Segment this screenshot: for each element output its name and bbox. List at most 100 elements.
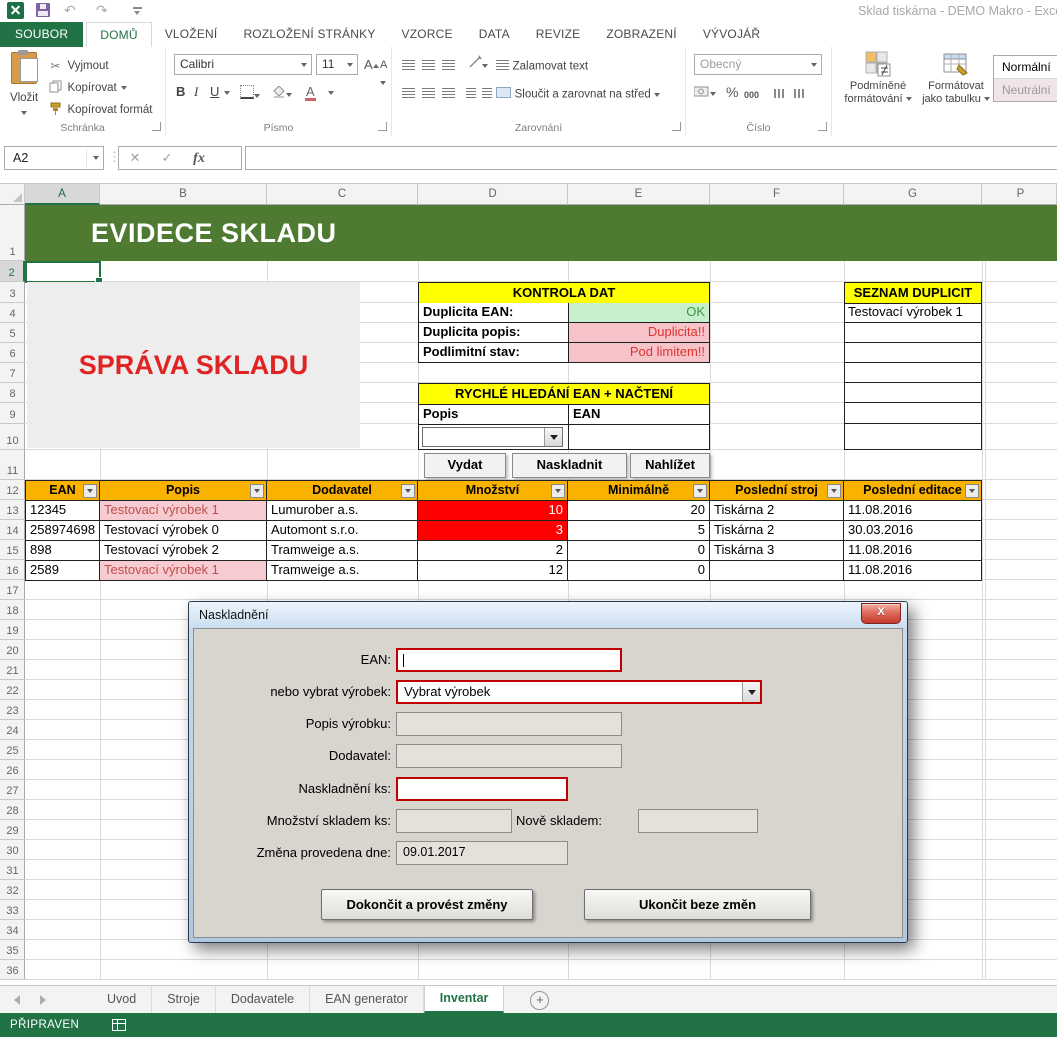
duplicate-item-6[interactable] xyxy=(845,424,981,450)
borders-icon[interactable] xyxy=(240,85,260,103)
ribbon-tab-5[interactable]: DATA xyxy=(466,22,523,47)
row-header-22[interactable]: 22 xyxy=(0,680,25,700)
row-header-13[interactable]: 13 xyxy=(0,500,25,520)
font-dialog-launcher[interactable] xyxy=(378,122,387,131)
enter-icon[interactable]: ✓ xyxy=(151,147,183,169)
alignment-dialog-launcher[interactable] xyxy=(672,122,681,131)
row-header-34[interactable]: 34 xyxy=(0,920,25,940)
underline-dropdown-icon[interactable] xyxy=(224,91,230,95)
row-header-3[interactable]: 3 xyxy=(0,282,25,303)
decrease-decimal-icon[interactable] xyxy=(794,85,806,103)
column-header-P[interactable]: P xyxy=(985,184,1057,205)
fill-color-icon[interactable] xyxy=(272,85,292,103)
table-cell-r2-c5[interactable]: Tiskárna 3 xyxy=(710,541,844,561)
table-header-2[interactable]: Dodavatel xyxy=(267,480,418,501)
merge-center-button[interactable]: Sloučit a zarovnat na střed xyxy=(496,85,660,103)
dialog-title-bar[interactable]: Naskladnění xyxy=(189,602,907,628)
number-format-combo[interactable]: Obecný xyxy=(694,54,822,75)
row-header-19[interactable]: 19 xyxy=(0,620,25,640)
duplicate-item-3[interactable] xyxy=(845,363,981,383)
row-header-4[interactable]: 4 xyxy=(0,303,25,323)
align-center-icon[interactable] xyxy=(422,85,435,103)
conditional-formatting-button[interactable]: Podmíněnéformátování xyxy=(840,51,916,106)
insert-function-icon[interactable]: fx xyxy=(183,148,215,170)
table-header-1[interactable]: Popis xyxy=(100,480,267,501)
format-as-table-button[interactable]: Formátovatjako tabulku xyxy=(918,51,994,106)
new-sheet-button[interactable]: + xyxy=(530,991,549,1010)
column-header-C[interactable]: C xyxy=(267,184,418,205)
row-header-25[interactable]: 25 xyxy=(0,740,25,760)
table-cell-r0-c3[interactable]: 10 xyxy=(418,501,568,521)
duplicate-item-5[interactable] xyxy=(845,403,981,424)
row-header-7[interactable]: 7 xyxy=(0,363,25,383)
table-cell-r2-c6[interactable]: 11.08.2016 xyxy=(844,541,982,561)
table-cell-r3-c5[interactable] xyxy=(710,561,844,581)
increase-decimal-icon[interactable] xyxy=(774,85,786,103)
column-header-F[interactable]: F xyxy=(710,184,844,205)
style-neutral[interactable]: Neutrální xyxy=(994,78,1057,101)
table-cell-r3-c3[interactable]: 12 xyxy=(418,561,568,581)
table-cell-r1-c1[interactable]: Testovací výrobek 0 xyxy=(100,521,267,541)
cut-button[interactable]: ✂ Vyjmout xyxy=(48,57,109,77)
row-header-17[interactable]: 17 xyxy=(0,580,25,600)
format-painter-button[interactable]: Kopírovat formát xyxy=(48,101,152,121)
dialog-field-6[interactable]: 09.01.2017 xyxy=(396,841,568,865)
dialog-field-5[interactable] xyxy=(396,809,512,833)
filter-dropdown-icon[interactable] xyxy=(965,484,979,498)
row-header-1[interactable]: 1 xyxy=(0,205,25,261)
row-header-20[interactable]: 20 xyxy=(0,640,25,660)
clipboard-dialog-launcher[interactable] xyxy=(152,122,161,131)
filter-dropdown-icon[interactable] xyxy=(827,484,841,498)
row-header-32[interactable]: 32 xyxy=(0,880,25,900)
font-color-icon[interactable]: A xyxy=(306,83,334,101)
redo-icon[interactable]: ↷ xyxy=(96,2,108,19)
row-header-36[interactable]: 36 xyxy=(0,960,25,980)
row-header-18[interactable]: 18 xyxy=(0,600,25,620)
duplicate-item-1[interactable] xyxy=(845,323,981,343)
table-cell-r2-c2[interactable]: Tramweige a.s. xyxy=(267,541,418,561)
ribbon-tab-2[interactable]: VLOŽENÍ xyxy=(152,22,231,47)
name-box[interactable]: A2 xyxy=(4,146,104,170)
align-right-icon[interactable] xyxy=(442,85,455,103)
undo-icon[interactable]: ↶ xyxy=(64,2,76,19)
row-header-33[interactable]: 33 xyxy=(0,900,25,920)
table-cell-r0-c6[interactable]: 11.08.2016 xyxy=(844,501,982,521)
table-header-6[interactable]: Poslední editace xyxy=(844,480,982,501)
style-normal[interactable]: Normální xyxy=(994,56,1057,78)
table-cell-r2-c0[interactable]: 898 xyxy=(25,541,100,561)
italic-button[interactable]: I xyxy=(194,83,198,101)
table-cell-r0-c2[interactable]: Lumurober a.s. xyxy=(267,501,418,521)
row-header-26[interactable]: 26 xyxy=(0,760,25,780)
filter-dropdown-icon[interactable] xyxy=(693,484,707,498)
percent-style-icon[interactable]: % xyxy=(726,83,738,101)
dialog-field-1[interactable]: Vybrat výrobek xyxy=(396,680,762,704)
increase-indent-icon[interactable] xyxy=(482,85,492,103)
align-left-icon[interactable] xyxy=(402,85,415,103)
column-header-G[interactable]: G xyxy=(844,184,982,205)
table-cell-r2-c4[interactable]: 0 xyxy=(568,541,710,561)
align-middle-icon[interactable] xyxy=(422,57,435,75)
filter-dropdown-icon[interactable] xyxy=(401,484,415,498)
table-cell-r1-c0[interactable]: 258974698 xyxy=(25,521,100,541)
sheet-tab-2[interactable]: Dodavatele xyxy=(216,986,310,1013)
qat-customize-icon[interactable] xyxy=(133,7,142,9)
row-header-2[interactable]: 2 xyxy=(0,261,25,282)
table-cell-r3-c4[interactable]: 0 xyxy=(568,561,710,581)
tab-scroll-right-icon[interactable] xyxy=(40,995,46,1005)
table-cell-r3-c0[interactable]: 2589 xyxy=(25,561,100,581)
dialog-field-0[interactable] xyxy=(396,648,622,672)
align-bottom-icon[interactable] xyxy=(442,57,455,75)
column-header-D[interactable]: D xyxy=(418,184,568,205)
table-cell-r1-c5[interactable]: Tiskárna 2 xyxy=(710,521,844,541)
sheet-tab-3[interactable]: EAN generator xyxy=(310,986,424,1013)
font-name-combo[interactable]: Calibri xyxy=(174,54,312,75)
row-header-29[interactable]: 29 xyxy=(0,820,25,840)
column-header-B[interactable]: B xyxy=(100,184,267,205)
search-product-combo[interactable] xyxy=(422,427,563,447)
comma-style-icon[interactable]: 000 xyxy=(744,86,759,104)
filter-dropdown-icon[interactable] xyxy=(551,484,565,498)
dialog-field-2[interactable] xyxy=(396,712,622,736)
row-header-23[interactable]: 23 xyxy=(0,700,25,720)
row-header-11[interactable]: 11 xyxy=(0,450,25,480)
ribbon-tab-7[interactable]: ZOBRAZENÍ xyxy=(593,22,689,47)
